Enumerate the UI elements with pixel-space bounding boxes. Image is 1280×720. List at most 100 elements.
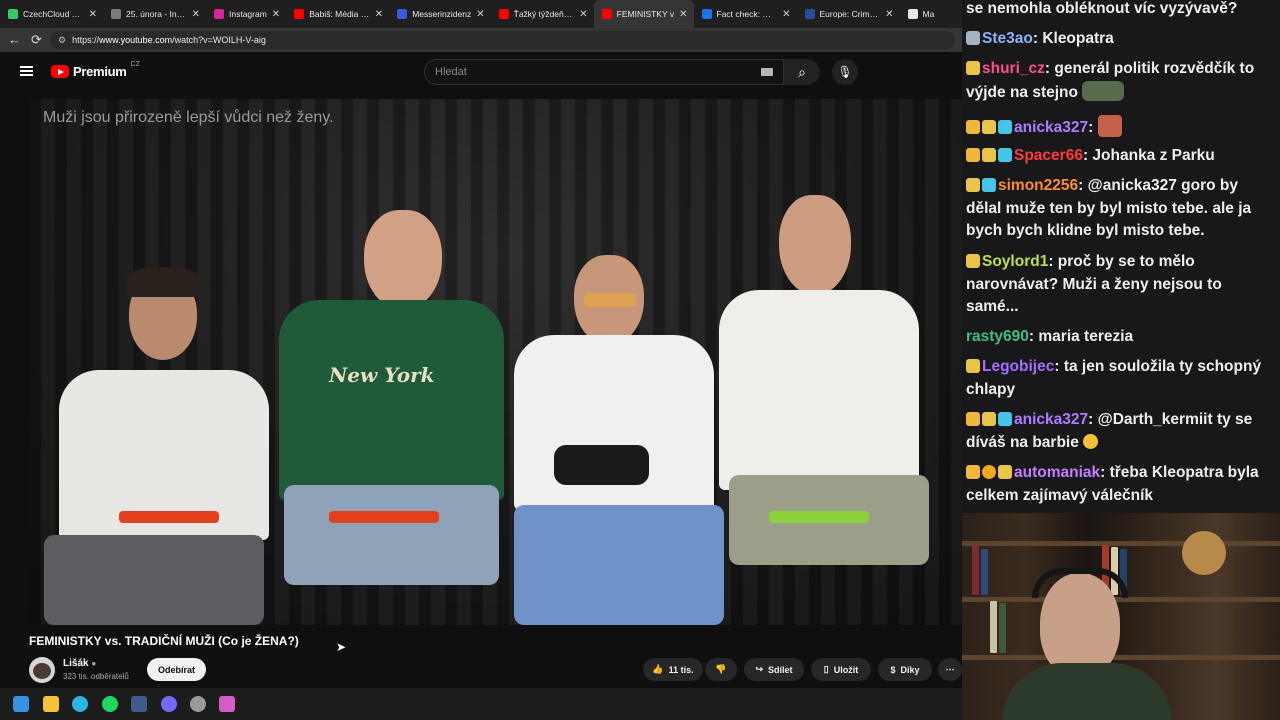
warn-badge-icon	[982, 465, 996, 479]
chat-username[interactable]: Legobijec	[982, 358, 1054, 375]
video-person-2: New York	[269, 155, 509, 625]
close-tab-icon[interactable]: ✕	[679, 9, 687, 20]
gem-badge-icon	[998, 148, 1012, 162]
video-person-4	[709, 145, 939, 625]
chat-username[interactable]: anicka327	[1014, 119, 1088, 136]
chat-username[interactable]: anicka327	[1014, 411, 1088, 428]
video-overlay-text: Muži jsou přirozeně lepší vůdci než ženy…	[43, 109, 334, 126]
gem-badge-icon	[982, 178, 996, 192]
headphones-icon	[1032, 568, 1128, 598]
chat-username[interactable]: simon2256	[998, 177, 1078, 194]
obs-icon[interactable]	[190, 696, 206, 712]
mouse-cursor-icon: ➤	[336, 640, 347, 654]
channel-name[interactable]: Lišák ●	[63, 658, 96, 669]
browser-tab[interactable]: Messerinzidenz ✕	[389, 0, 490, 28]
channel-avatar[interactable]	[29, 657, 55, 683]
dislike-button[interactable]: 👎	[705, 658, 737, 681]
video-frame[interactable]: Muži jsou přirozeně lepší vůdci než ženy…	[29, 99, 962, 625]
chat-username[interactable]: automaniak	[1014, 464, 1100, 481]
search-input[interactable]: Hledat	[424, 59, 784, 85]
thanks-button[interactable]: $ Díky	[878, 658, 932, 681]
tab-favicon-icon	[214, 9, 224, 19]
chat-username[interactable]: Soylord1	[982, 253, 1048, 270]
emote-icon	[1097, 115, 1122, 137]
browser-tab[interactable]: CzechCloud Stream✕	[0, 0, 103, 28]
windows-start-icon[interactable]	[13, 696, 29, 712]
chat-message: Soylord1: proč by se to mělo narovnávat?…	[966, 253, 1222, 315]
close-tab-icon[interactable]: ✕	[782, 9, 790, 20]
youtube-premium-logo[interactable]: Premium CZ	[51, 61, 140, 79]
gem-badge-icon	[998, 120, 1012, 134]
close-tab-icon[interactable]: ✕	[885, 9, 893, 20]
thumbs-up-icon: 👍	[652, 664, 664, 674]
file-explorer-icon[interactable]	[43, 696, 59, 712]
search-icon: ⌕	[798, 63, 806, 80]
browser-tab[interactable]: Ma	[900, 0, 963, 28]
browser-tab-strip: CzechCloud Stream✕25. února - Interv✕Ins…	[0, 0, 962, 28]
browser-tab[interactable]: FEMINISTKY v ✕	[593, 0, 694, 28]
stool	[769, 511, 869, 523]
copilot-icon[interactable]	[219, 696, 235, 712]
chat-username[interactable]: Ste3ao	[982, 30, 1033, 47]
flushed-emoji-icon	[1082, 433, 1098, 449]
hype-badge-icon	[982, 412, 996, 426]
hype-badge-icon	[966, 61, 980, 75]
steam-icon[interactable]	[131, 696, 147, 712]
save-button[interactable]: ▯ Uložit	[811, 658, 871, 681]
more-icon: ⋯	[945, 664, 955, 674]
youtube-header: Premium CZ Hledat ⌕ 🎙	[0, 52, 962, 92]
crown-badge-icon	[966, 120, 980, 134]
discord-icon[interactable]	[161, 696, 177, 712]
url-field[interactable]: ⚙ https://www.youtube.com/watch?v=WOILH-…	[50, 31, 955, 49]
search-button[interactable]: ⌕	[784, 59, 820, 85]
hype-badge-icon	[982, 148, 996, 162]
browser-tab[interactable]: Instagram ✕	[206, 0, 286, 28]
edge-browser-icon[interactable]	[72, 696, 88, 712]
chat-message: Spacer66: Johanka z Parku	[966, 145, 1276, 168]
stool	[119, 511, 219, 523]
crown-badge-icon	[966, 148, 980, 162]
browser-tab[interactable]: Babiš: Média lžou ✕	[286, 0, 389, 28]
spotify-icon[interactable]	[102, 696, 118, 712]
vip-badge-icon	[966, 31, 980, 45]
chat-message: rasty690: maria terezia	[966, 328, 1134, 345]
chat-message: anicka327: @Darth_kermiit ty se díváš na…	[966, 411, 1253, 451]
close-tab-icon[interactable]: ✕	[272, 9, 280, 20]
microphone-icon: 🎙	[837, 65, 853, 79]
chat-text: Kleopatra	[1042, 30, 1114, 47]
close-tab-icon[interactable]: ✕	[579, 9, 587, 20]
reload-icon[interactable]: ⟳	[31, 32, 42, 48]
browser-tab[interactable]: Fact check: Which✕	[694, 0, 797, 28]
chat-message-partial: se nemohla obléknout víc vyzývavě?	[966, 0, 1238, 17]
close-tab-icon[interactable]: ✕	[476, 9, 484, 20]
thanks-icon: $	[890, 664, 896, 675]
back-icon[interactable]: ←	[8, 32, 21, 47]
close-tab-icon[interactable]: ✕	[192, 9, 200, 20]
browser-tab[interactable]: Europe: Crime Ind✕	[797, 0, 900, 28]
close-tab-icon[interactable]: ✕	[89, 9, 97, 20]
chat-username[interactable]: rasty690	[966, 328, 1029, 345]
chat-username[interactable]: Spacer66	[1014, 147, 1083, 164]
like-button[interactable]: 👍 11 tis.	[643, 658, 703, 681]
share-button[interactable]: ↪ Sdílet	[744, 658, 804, 681]
crown-badge-icon	[966, 412, 980, 426]
windows-taskbar	[0, 688, 962, 720]
voice-search-button[interactable]: 🎙	[832, 59, 858, 85]
chat-username[interactable]: shuri_cz	[982, 60, 1045, 77]
menu-icon[interactable]	[20, 66, 33, 76]
site-info-icon[interactable]: ⚙	[58, 35, 66, 46]
subscribe-button[interactable]: Odebírat	[147, 658, 206, 681]
hype-badge-icon	[966, 359, 980, 373]
browser-tab[interactable]: 25. února - Interv ✕	[103, 0, 206, 28]
close-tab-icon[interactable]: ✕	[375, 9, 383, 20]
tab-favicon-icon	[294, 9, 305, 19]
video-player[interactable]: Muži jsou přirozeně lepší vůdci než ženy…	[0, 92, 962, 625]
gem-badge-icon	[998, 412, 1012, 426]
video-title: FEMINISTKY vs. TRADIČNÍ MUŽI (Co je ŽENA…	[29, 634, 299, 648]
browser-tab[interactable]: Ťažký týždeň: Slov✕	[491, 0, 594, 28]
tab-favicon-icon	[498, 9, 509, 19]
bookmark-icon: ▯	[823, 664, 829, 674]
more-actions-button[interactable]: ⋯	[938, 658, 962, 681]
keyboard-icon[interactable]	[761, 68, 773, 76]
emote-icon	[1081, 80, 1124, 101]
